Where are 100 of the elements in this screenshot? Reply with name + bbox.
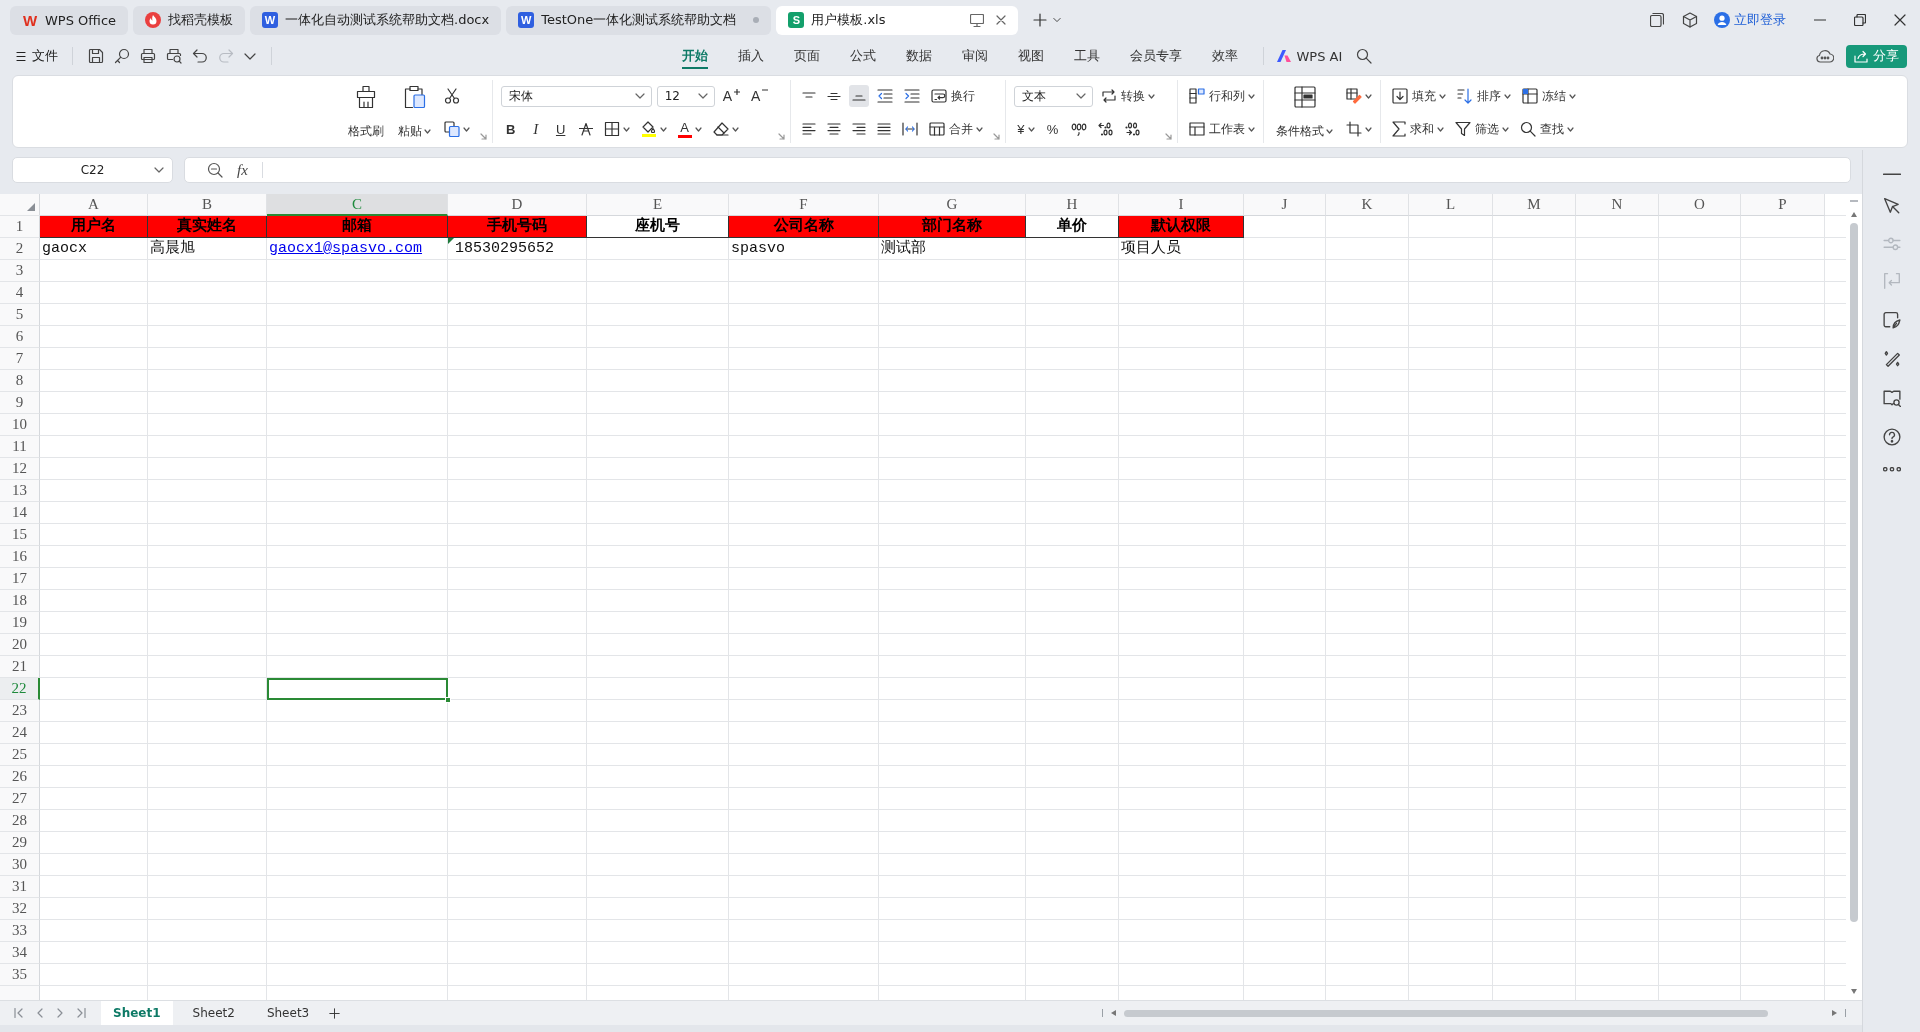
- fill-button[interactable]: 填充: [1389, 85, 1450, 107]
- help-icon[interactable]: [1882, 428, 1901, 447]
- format-painter-button[interactable]: 格式刷: [343, 85, 388, 140]
- chevron-down-icon[interactable]: [244, 52, 256, 60]
- document-tab[interactable]: W WPS Office: [10, 5, 129, 35]
- number-format-dropdown[interactable]: 文本: [1014, 85, 1094, 107]
- find-button[interactable]: 查找: [1517, 118, 1578, 140]
- triangle-left-icon[interactable]: [1111, 1010, 1116, 1016]
- merge-button[interactable]: 合并: [926, 118, 987, 140]
- column-header[interactable]: B: [148, 194, 267, 216]
- rows-columns-button[interactable]: 行和列: [1186, 85, 1259, 107]
- floppy-disk-icon[interactable]: [88, 48, 104, 64]
- vertical-scrollbar[interactable]: [1846, 194, 1862, 1000]
- launcher-arrow-icon[interactable]: [479, 133, 487, 140]
- currency-format-button[interactable]: ¥: [1014, 118, 1038, 140]
- close-icon[interactable]: [996, 15, 1007, 25]
- convert-button[interactable]: 转换: [1098, 85, 1159, 107]
- column-header[interactable]: L: [1409, 194, 1493, 216]
- sheet-tab[interactable]: Sheet3: [254, 1001, 322, 1025]
- ribbon-tab[interactable]: 审阅: [946, 40, 1003, 72]
- launcher-arrow-icon[interactable]: [778, 133, 786, 140]
- printer-magnifier-icon[interactable]: [166, 48, 182, 64]
- ai-button[interactable]: WPS AI: [1275, 48, 1343, 64]
- conditional-format-button[interactable]: 条件格式: [1272, 85, 1338, 140]
- name-box[interactable]: C22: [12, 157, 173, 183]
- undo-icon[interactable]: [192, 49, 208, 63]
- column-header[interactable]: N: [1576, 194, 1659, 216]
- document-tab[interactable]: W 一体化自动测试系统帮助文档.docx: [250, 5, 502, 35]
- triangle-up-icon[interactable]: [1851, 212, 1857, 217]
- more-dots-icon[interactable]: [1882, 467, 1901, 472]
- column-header[interactable]: I: [1119, 194, 1244, 216]
- column-header[interactable]: G: [879, 194, 1026, 216]
- wrap-text-button[interactable]: 换行: [928, 85, 979, 107]
- launcher-arrow-icon[interactable]: [1165, 133, 1173, 140]
- selected-cell[interactable]: [267, 678, 448, 700]
- split-handle[interactable]: [1102, 1009, 1103, 1017]
- wand-sparkle-icon[interactable]: [1882, 350, 1901, 369]
- document-tab[interactable]: W TestOne一体化测试系统帮助文档: [506, 5, 772, 35]
- sheet-tab[interactable]: Sheet1: [101, 1001, 173, 1025]
- dash-icon[interactable]: [1882, 173, 1901, 176]
- ribbon-tab[interactable]: 公式: [834, 40, 891, 72]
- ribbon-tab[interactable]: 页面: [778, 40, 835, 72]
- row-header[interactable]: 22: [0, 678, 40, 700]
- image-leaf-icon[interactable]: [1882, 311, 1901, 330]
- triangle-right-icon[interactable]: [1832, 1010, 1837, 1016]
- column-header[interactable]: F: [729, 194, 879, 216]
- search-icon[interactable]: [1356, 48, 1373, 64]
- font-name-dropdown[interactable]: 宋体: [500, 85, 652, 107]
- column-header[interactable]: P: [1741, 194, 1825, 216]
- column-header[interactable]: E: [587, 194, 729, 216]
- cloud-icon[interactable]: [1816, 49, 1834, 63]
- zoom-out-icon[interactable]: [207, 162, 223, 178]
- column-header[interactable]: K: [1326, 194, 1409, 216]
- worksheet-button[interactable]: 工作表: [1186, 118, 1259, 140]
- paste-button[interactable]: 粘贴: [393, 85, 435, 140]
- book-magnifier-icon[interactable]: [1882, 389, 1901, 408]
- increase-font-size-button[interactable]: A: [719, 85, 743, 107]
- skip-left-icon[interactable]: [14, 1008, 23, 1018]
- chevron-right-icon[interactable]: [57, 1008, 63, 1018]
- filter-button[interactable]: 筛选: [1452, 118, 1513, 140]
- ribbon-tab[interactable]: 会员专享: [1114, 40, 1197, 72]
- share-button[interactable]: 分享: [1846, 44, 1907, 68]
- fill-handle[interactable]: [445, 697, 451, 703]
- launcher-arrow-icon[interactable]: [993, 133, 1001, 140]
- document-tab[interactable]: 找稻壳模板: [133, 5, 246, 35]
- column-header[interactable]: D: [448, 194, 587, 216]
- column-header[interactable]: A: [40, 194, 148, 216]
- decrease-font-size-button[interactable]: A: [748, 85, 772, 107]
- ribbon-tab[interactable]: 视图: [1002, 40, 1059, 72]
- split-handle[interactable]: [1845, 1009, 1846, 1017]
- cursor-arrow-icon[interactable]: [1882, 196, 1901, 215]
- corner-triangle-icon[interactable]: [27, 203, 35, 211]
- stacked-squares-icon[interactable]: [1650, 13, 1664, 27]
- italic-button[interactable]: I: [525, 118, 546, 140]
- bold-button[interactable]: B: [500, 118, 521, 140]
- printer-icon[interactable]: [140, 48, 156, 64]
- close-icon[interactable]: [1894, 14, 1906, 26]
- ribbon-tab[interactable]: 数据: [890, 40, 947, 72]
- column-header[interactable]: O: [1659, 194, 1741, 216]
- percent-format-button[interactable]: %: [1042, 118, 1063, 140]
- column-header[interactable]: H: [1026, 194, 1119, 216]
- monitor-icon[interactable]: [970, 13, 985, 27]
- sum-button[interactable]: 求和: [1389, 118, 1448, 140]
- file-menu-button[interactable]: 文件: [12, 47, 62, 65]
- freeze-button[interactable]: 冻结: [1519, 85, 1580, 107]
- column-header[interactable]: M: [1493, 194, 1576, 216]
- login-link[interactable]: 立即登录: [1714, 11, 1786, 29]
- email-link[interactable]: gaocx1@spasvo.com: [269, 240, 423, 257]
- skip-right-icon[interactable]: [77, 1008, 86, 1018]
- triangle-down-icon[interactable]: [1851, 989, 1857, 994]
- insert-function-button[interactable]: fx: [237, 161, 248, 179]
- cube-icon[interactable]: [1682, 12, 1698, 28]
- sheet-tab[interactable]: Sheet2: [180, 1001, 247, 1025]
- underline-button[interactable]: U: [550, 118, 571, 140]
- document-tab[interactable]: S 用户模板.xls: [776, 5, 1019, 35]
- font-color-button[interactable]: A: [674, 118, 705, 140]
- chevron-left-icon[interactable]: [37, 1008, 43, 1018]
- key-icon[interactable]: [114, 48, 130, 64]
- sort-button[interactable]: 排序: [1454, 85, 1515, 107]
- plus-icon[interactable]: [329, 1007, 341, 1019]
